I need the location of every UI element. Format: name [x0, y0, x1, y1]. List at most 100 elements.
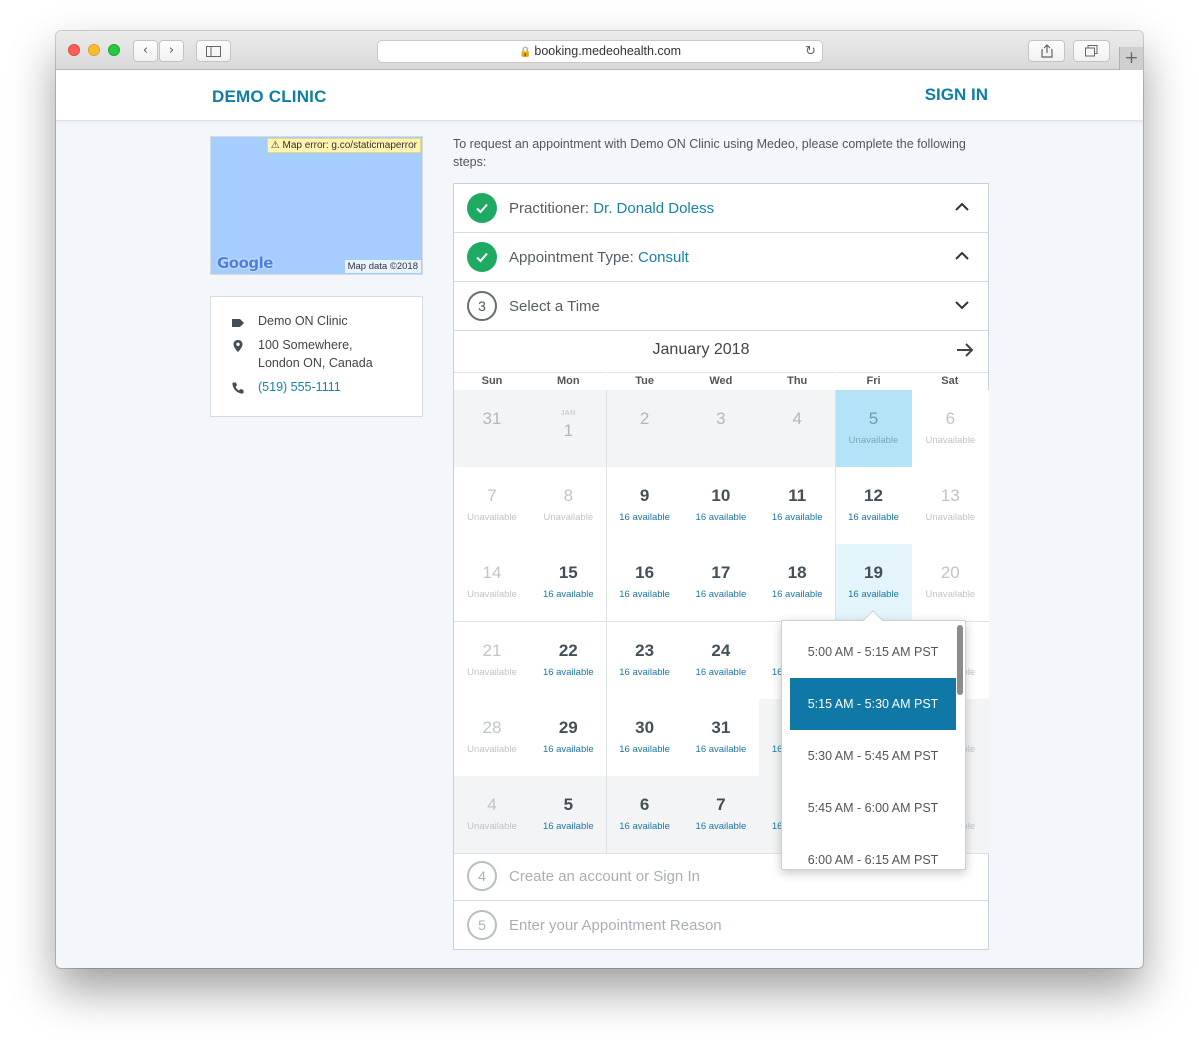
tabs-icon	[1085, 45, 1098, 57]
calendar-day-cell: 8 Unavailable	[530, 467, 608, 546]
calendar-day-cell: 4	[759, 390, 837, 468]
sign-in-link[interactable]: SIGN IN	[925, 85, 988, 105]
clinic-phone-link[interactable]: (519) 555-1111	[258, 378, 341, 396]
zoom-window-button[interactable]	[108, 44, 120, 56]
day-number: 29	[558, 717, 578, 737]
appointment-type-value: Consult	[637, 249, 689, 266]
day-number: 24	[711, 640, 731, 660]
time-slot-option[interactable]: 5:15 AM - 5:30 AM PST	[790, 678, 956, 730]
map-error-badge: ⚠ Map error: g.co/staticmaperror	[266, 138, 421, 153]
calendar-day-cell: 3	[682, 390, 760, 468]
site-header: DEMO CLINIC SIGN IN	[56, 70, 1143, 121]
day-availability: 16 available	[542, 821, 594, 832]
day-number: 21	[482, 640, 502, 660]
day-number: 3	[716, 409, 726, 428]
sidebar-toggle-button[interactable]	[196, 40, 231, 62]
weekday-label: Mon	[530, 372, 607, 390]
time-slot-option[interactable]: 5:30 AM - 5:45 AM PST	[790, 730, 956, 782]
chevron-up-icon[interactable]	[952, 197, 972, 217]
minimize-window-button[interactable]	[88, 44, 100, 56]
day-number: 6	[945, 409, 956, 428]
day-number: 4	[792, 409, 802, 428]
time-slot-option[interactable]: 6:00 AM - 6:15 AM PST	[790, 834, 956, 869]
time-slot-option[interactable]: 5:45 AM - 6:00 AM PST	[790, 782, 956, 834]
calendar-day-cell[interactable]: 29 16 available	[530, 698, 608, 777]
close-window-button[interactable]	[68, 44, 80, 56]
time-slot-option[interactable]: 5:00 AM - 5:15 AM PST	[790, 626, 956, 678]
reload-icon[interactable]: ↻	[805, 41, 816, 62]
calendar-day-cell: 4 Unavailable	[454, 776, 531, 854]
weekday-label: Sat	[911, 372, 988, 390]
calendar-day-cell[interactable]: 30 16 available	[606, 698, 684, 777]
forward-button[interactable]: ›	[159, 40, 184, 62]
plus-icon: +	[1124, 48, 1139, 68]
map-error-text: Map error: g.co/staticmaperror	[282, 140, 418, 151]
calendar-day-cell[interactable]: 7 16 available	[682, 776, 760, 854]
calendar-day-cell[interactable]: 15 16 available	[530, 544, 608, 623]
chevron-up-icon[interactable]	[952, 246, 972, 266]
step-complete-badge	[467, 193, 497, 223]
chevron-down-icon[interactable]	[952, 295, 972, 315]
check-icon	[476, 252, 488, 263]
day-availability: 16 available	[542, 666, 594, 678]
day-number: 1	[563, 421, 574, 440]
clinic-map: ⚠ Map error: g.co/staticmaperror Google …	[210, 136, 423, 275]
day-number: 5	[868, 409, 879, 428]
sidebar-icon	[206, 46, 221, 57]
calendar-day-cell[interactable]: 6 16 available	[606, 776, 684, 854]
tabs-button[interactable]	[1073, 40, 1110, 62]
popover-scrollbar[interactable]	[957, 625, 963, 695]
back-button[interactable]: ‹	[133, 40, 158, 62]
step-number-badge: 5	[467, 910, 497, 940]
step-practitioner[interactable]: Practitioner: Dr. Donald Doless	[454, 184, 988, 233]
clinic-logo[interactable]: DEMO CLINIC	[212, 87, 327, 107]
day-number: 31	[711, 717, 731, 737]
day-number: 12	[864, 486, 883, 506]
calendar-day-cell[interactable]: 16 16 available	[606, 544, 684, 623]
step-reason[interactable]: 5 Enter your Appointment Reason	[454, 901, 988, 950]
calendar-day-cell[interactable]: 18 16 available	[759, 544, 837, 623]
calendar-day-cell[interactable]: 10 16 available	[682, 467, 760, 546]
day-availability: Unavailable	[925, 435, 976, 446]
step-label-text: Practitioner:	[509, 200, 590, 217]
day-availability: 16 available	[695, 743, 747, 755]
day-availability: 16 available	[695, 589, 747, 601]
calendar-day-cell[interactable]: 11 16 available	[759, 467, 837, 546]
share-button[interactable]	[1028, 40, 1065, 62]
day-availability: 16 available	[848, 512, 899, 524]
calendar-day-cell[interactable]: 5 16 available	[530, 776, 608, 854]
day-availability: 16 available	[695, 512, 747, 524]
day-availability: 16 available	[542, 743, 594, 755]
calendar-day-cell[interactable]: 9 16 available	[606, 467, 684, 546]
step-reason-label: Enter your Appointment Reason	[509, 917, 722, 934]
step-appointment-type-label: Appointment Type: Consult	[509, 249, 689, 266]
map-attribution: Map data ©2018	[344, 260, 421, 273]
share-icon	[1040, 44, 1053, 58]
day-number: 4	[487, 795, 497, 814]
day-number: 16	[635, 563, 655, 583]
day-availability: Unavailable	[467, 589, 517, 601]
browser-toolbar: ‹ › 🔒 booking.medeohealth.com ↻ +	[56, 31, 1143, 70]
calendar-day-cell[interactable]: 24 16 available	[682, 621, 760, 700]
clinic-address-line2: London ON, Canada	[258, 356, 373, 370]
step-select-time[interactable]: 3 Select a Time	[454, 282, 988, 331]
weekday-label: Sun	[454, 372, 530, 390]
calendar-day-cell[interactable]: 17 16 available	[682, 544, 760, 623]
new-tab-button[interactable]: +	[1119, 47, 1143, 70]
day-availability: 16 available	[619, 821, 670, 832]
day-availability: 16 available	[771, 512, 823, 524]
step-appointment-type[interactable]: Appointment Type: Consult	[454, 233, 988, 282]
calendar-day-cell[interactable]: 22 16 available	[530, 621, 608, 700]
day-availability: 16 available	[619, 512, 670, 524]
day-availability: 16 available	[542, 589, 594, 601]
step-account-label: Create an account or Sign In	[509, 868, 700, 885]
calendar-day-cell[interactable]: 31 16 available	[682, 698, 760, 777]
address-bar[interactable]: 🔒 booking.medeohealth.com ↻	[377, 40, 823, 63]
arrow-right-icon[interactable]	[954, 339, 976, 361]
calendar-day-cell[interactable]: 12 16 available	[835, 467, 913, 546]
calendar-day-cell[interactable]: 23 16 available	[606, 621, 684, 700]
day-availability: Unavailable	[467, 666, 517, 678]
day-number: 2	[639, 409, 650, 428]
day-number: 15	[558, 563, 578, 583]
calendar-day-cell: 31	[454, 390, 531, 468]
